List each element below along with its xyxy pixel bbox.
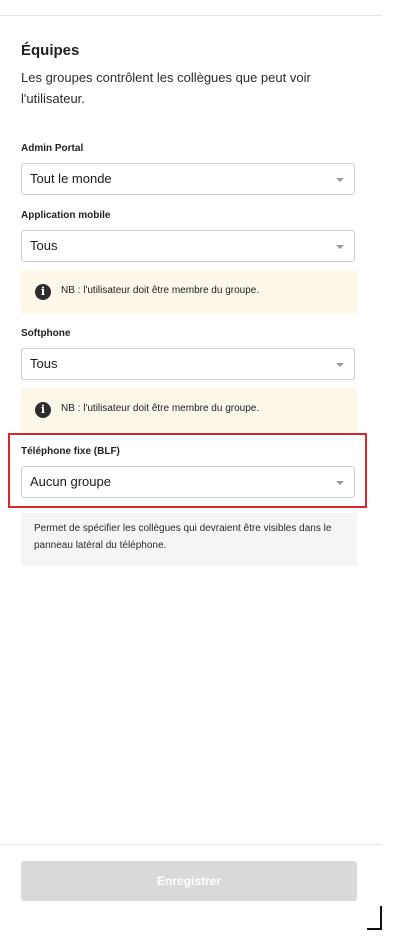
bottom-divider [0,844,382,845]
admin-portal-select-value: Tout le monde [30,171,112,186]
mobile-app-note: i NB : l'utilisateur doit être membre du… [21,270,357,314]
desk-phone-help-text: Permet de spécifier les collègues qui de… [21,513,357,566]
softphone-label: Softphone [21,328,71,339]
mobile-app-select-value: Tous [30,238,58,253]
chevron-down-icon [336,245,344,249]
section-description: Les groupes contrôlent les collègues que… [21,70,311,106]
save-button[interactable]: Enregistrer [21,861,357,901]
softphone-note: i NB : l'utilisateur doit être membre du… [21,388,357,432]
chevron-down-icon [336,178,344,182]
softphone-select-value: Tous [30,356,58,371]
chevron-down-icon [336,363,344,367]
section-title: Équipes [21,42,80,59]
softphone-note-text: NB : l'utilisateur doit être membre du g… [61,403,260,414]
softphone-select[interactable]: Tous [21,348,355,380]
highlight-box [8,433,367,508]
top-divider [0,15,382,16]
mobile-app-label: Application mobile [21,210,111,221]
info-icon: i [35,284,51,300]
info-icon: i [35,402,51,418]
admin-portal-select[interactable]: Tout le monde [21,163,355,195]
resize-handle-icon [367,906,382,930]
mobile-app-note-text: NB : l'utilisateur doit être membre du g… [61,285,260,296]
mobile-app-select[interactable]: Tous [21,230,355,262]
admin-portal-label: Admin Portal [21,143,84,154]
